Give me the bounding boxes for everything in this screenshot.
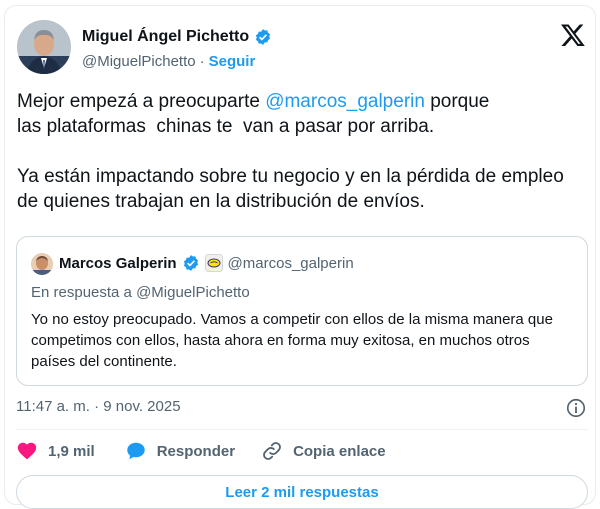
- quoted-tweet-text: Yo no estoy preocupado. Vamos a competir…: [31, 311, 553, 370]
- reply-bubble-icon: [126, 442, 145, 460]
- reply-label: Responder: [156, 442, 236, 460]
- quoted-reply-context: En respuesta a @MiguelPichetto: [31, 284, 250, 301]
- action-bar: 1,9 mil Responder Copia enlace: [16, 440, 386, 462]
- author-avatar[interactable]: [17, 20, 71, 74]
- tweet-paragraph-2: Ya están impactando sobre tu negocio y e…: [17, 166, 564, 212]
- quoted-name-row: Marcos Galperin @marcos_galperin: [59, 254, 354, 272]
- author-handle-row: @MiguelPichetto · Seguir: [82, 53, 255, 70]
- author-handle[interactable]: @MiguelPichetto: [82, 53, 196, 70]
- copy-link-button[interactable]: Copia enlace: [261, 440, 386, 462]
- like-button[interactable]: 1,9 mil: [16, 440, 95, 462]
- read-replies-button[interactable]: Leer 2 mil respuestas: [16, 475, 588, 509]
- divider: [16, 429, 588, 430]
- separator-dot: ·: [199, 53, 205, 70]
- tweet-line-1: Mejor empezá a preocuparte @marcos_galpe…: [17, 89, 587, 114]
- tweet-line-2: las plataformas chinas te van a pasar po…: [17, 116, 435, 137]
- quoted-author-avatar[interactable]: [31, 253, 53, 275]
- quoted-tweet[interactable]: Marcos Galperin @marcos_galperin En resp…: [16, 236, 588, 386]
- tweet-timestamp[interactable]: 11:47 a. m. · 9 nov. 2025: [16, 398, 181, 415]
- like-count: 1,9 mil: [48, 442, 95, 460]
- quoted-author-name: Marcos Galperin: [59, 254, 177, 272]
- author-name[interactable]: Miguel Ángel Pichetto: [82, 28, 249, 46]
- tweet-line-1-prefix: Mejor empezá a preocuparte: [17, 91, 266, 112]
- tweet-text: Mejor empezá a preocuparte @marcos_galpe…: [17, 89, 587, 214]
- quoted-author-handle: @marcos_galperin: [227, 254, 354, 272]
- tweet-line-1-suffix: porque: [424, 91, 490, 112]
- heart-icon: [17, 442, 37, 460]
- mention-link[interactable]: @marcos_galperin: [265, 91, 425, 112]
- link-icon: [263, 442, 281, 460]
- x-logo-icon[interactable]: [560, 22, 586, 48]
- author-name-row: Miguel Ángel Pichetto: [82, 28, 272, 46]
- quoted-verified-badge-icon: [182, 254, 200, 272]
- affiliate-badge-icon: [204, 254, 223, 272]
- follow-button[interactable]: Seguir: [209, 53, 256, 70]
- info-icon[interactable]: [565, 397, 587, 419]
- copy-link-label: Copia enlace: [293, 442, 386, 460]
- verified-badge-icon: [254, 28, 272, 46]
- reply-button[interactable]: Responder: [125, 440, 235, 462]
